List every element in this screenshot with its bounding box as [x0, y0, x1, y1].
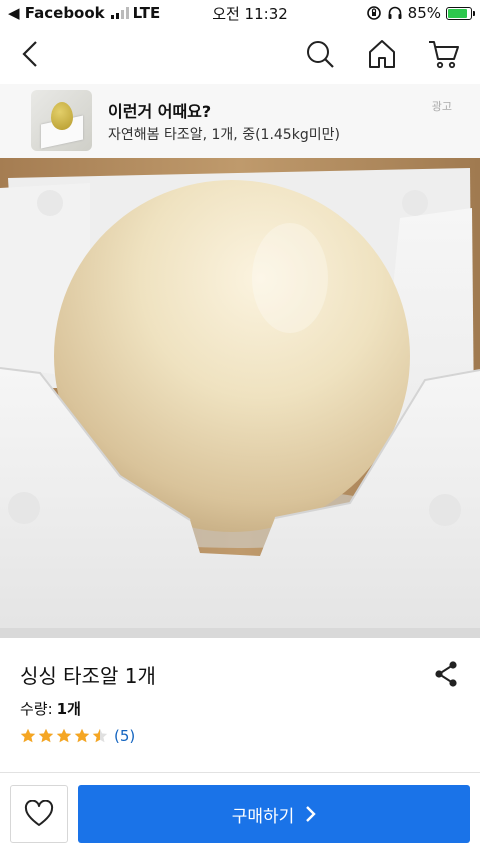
cart-button[interactable] [426, 36, 462, 72]
star-full-icon [20, 728, 36, 743]
signal-icon [110, 7, 129, 19]
ad-title: 이런거 어때요? [108, 102, 212, 121]
orientation-lock-icon [366, 6, 381, 20]
star-half-icon [92, 728, 108, 743]
ad-banner[interactable]: 이런거 어때요? 자연해봄 타조알, 1개, 중(1.45kg미만) 광고 [0, 84, 480, 158]
battery-icon [446, 6, 475, 20]
wishlist-button[interactable] [10, 785, 68, 843]
rating-row[interactable]: (5) [20, 727, 135, 745]
status-bar: ◀ Facebook LTE 오전 11:32 85% [0, 0, 480, 26]
cart-icon [429, 41, 459, 69]
back-button[interactable] [12, 36, 48, 72]
share-button[interactable] [432, 660, 460, 688]
chevron-left-icon [22, 41, 37, 67]
home-icon [369, 40, 395, 68]
ad-thumbnail [31, 90, 92, 151]
buy-button[interactable]: 구매하기 [78, 785, 470, 843]
status-right: 85% [302, 4, 475, 22]
clock: 오전 11:32 [212, 4, 288, 23]
quantity-label: 수량: [20, 700, 53, 718]
home-button[interactable] [364, 36, 400, 72]
review-count[interactable]: (5) [114, 727, 135, 745]
network-type: LTE [132, 4, 161, 22]
search-icon [307, 41, 334, 68]
search-button[interactable] [302, 36, 338, 72]
status-left: ◀ Facebook LTE [8, 4, 198, 22]
back-to-app-link[interactable]: ◀ Facebook [8, 4, 105, 22]
product-title: 싱싱 타조알 1개 [20, 664, 156, 688]
ostrich-egg-photo [0, 158, 480, 638]
buy-button-label: 구매하기 [231, 806, 295, 827]
ad-product-name: 자연해봄 타조알, 1개, 중(1.45kg미만) [108, 127, 340, 143]
battery-percent: 85% [407, 4, 441, 22]
quantity-row: 수량: 1개 [20, 698, 81, 719]
star-full-icon [38, 728, 54, 743]
star-full-icon [56, 728, 72, 743]
product-image[interactable] [0, 158, 480, 638]
nav-bar [0, 26, 480, 84]
headphones-icon [388, 6, 402, 19]
ad-label: 광고 [431, 100, 452, 113]
star-full-icon [74, 728, 90, 743]
chevron-right-icon [306, 806, 316, 822]
bottom-divider [0, 772, 480, 773]
battery-level-fill [448, 8, 467, 18]
heart-icon [24, 800, 54, 826]
quantity-value: 1개 [56, 700, 81, 718]
share-icon [435, 661, 457, 687]
